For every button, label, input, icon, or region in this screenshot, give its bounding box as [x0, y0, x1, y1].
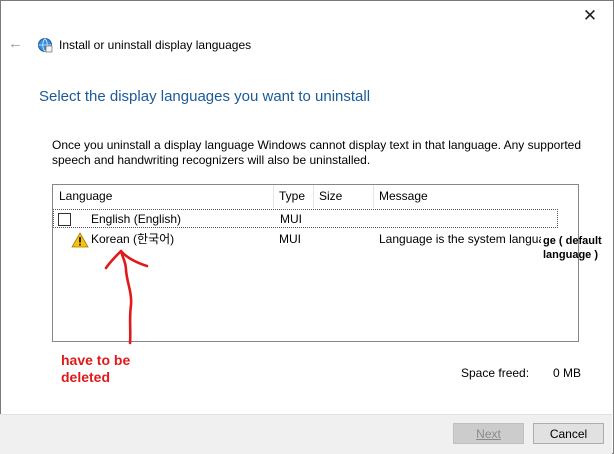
cancel-button[interactable]: Cancel: [533, 423, 604, 444]
next-button[interactable]: Next: [453, 423, 524, 444]
space-freed-value: 0 MB: [553, 366, 582, 380]
delete-annotation: have to be deleted: [61, 352, 131, 385]
dialog-footer: Next Cancel: [0, 414, 612, 454]
space-freed-label: Space freed:: [461, 366, 530, 380]
